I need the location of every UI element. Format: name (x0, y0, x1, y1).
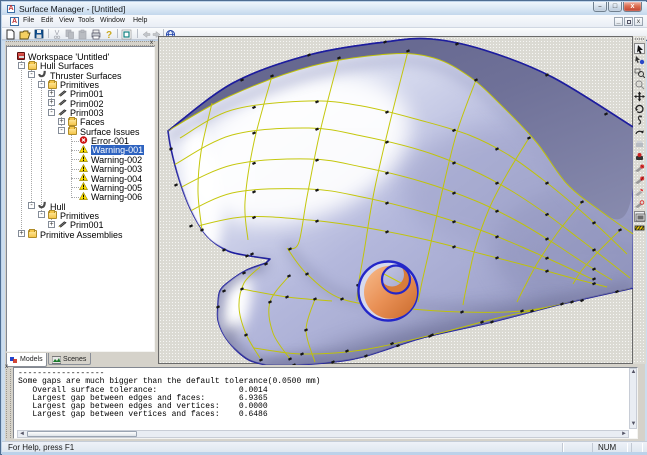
svg-text:?: ? (106, 30, 112, 40)
